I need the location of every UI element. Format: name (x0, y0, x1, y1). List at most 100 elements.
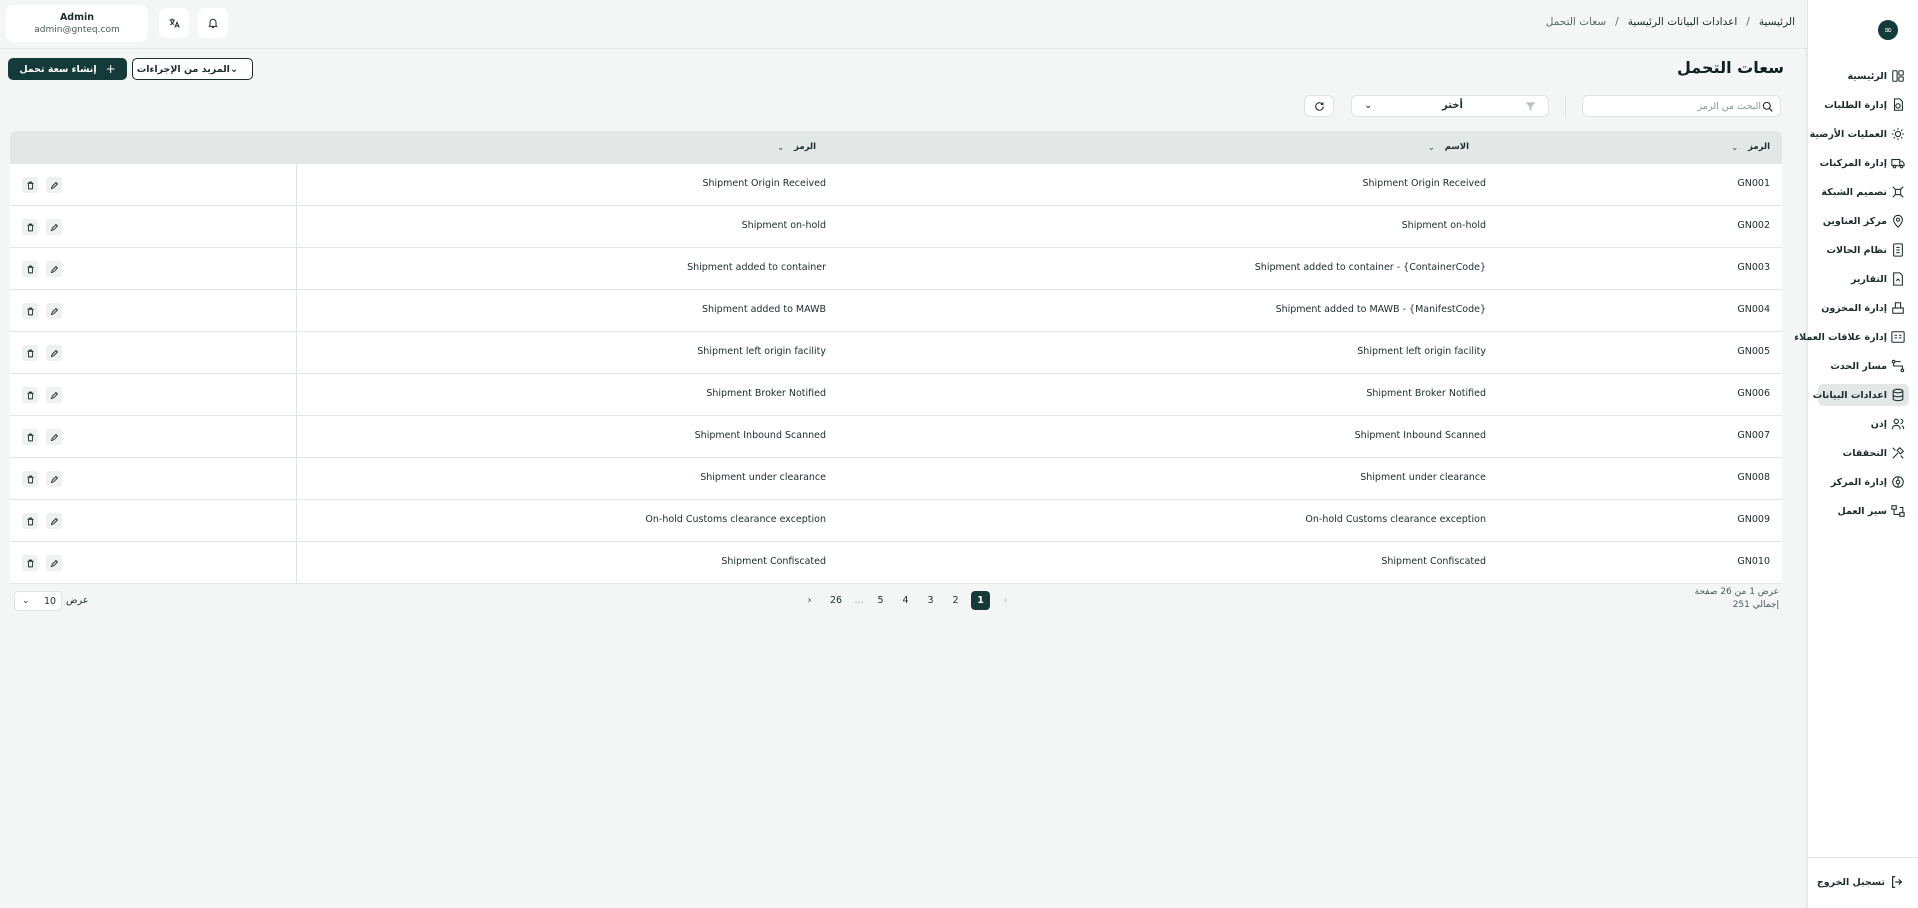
row-actions (10, 164, 297, 205)
sidebar-item-label: نظام الحالات (1826, 244, 1887, 256)
page-button[interactable]: 5 (871, 591, 890, 610)
filter-select[interactable]: أختر ⌄ (1351, 95, 1549, 117)
sidebar-item-label: تصميم الشبكة (1821, 186, 1887, 198)
refresh-button[interactable] (1304, 95, 1334, 117)
edit-button[interactable] (46, 177, 62, 193)
pencil-icon (50, 391, 59, 400)
search-field[interactable] (1582, 95, 1781, 117)
sidebar-item-label: التحققات (1842, 447, 1887, 459)
sidebar-item[interactable]: سير العمل (1818, 500, 1909, 522)
sidebar-item-label: الرئيسية (1847, 70, 1887, 82)
page-size-select[interactable]: 10 ⌄ (14, 591, 62, 611)
pencil-icon (50, 349, 59, 358)
pagination-info: عرض 1 من 26 صفحة إجمالي 251 (1653, 587, 1779, 613)
delete-button[interactable] (22, 513, 38, 529)
delete-button[interactable] (22, 177, 38, 193)
delete-button[interactable] (22, 303, 38, 319)
breadcrumb-separator: / (1615, 16, 1619, 28)
page-button[interactable]: 26 (825, 591, 847, 610)
edit-button[interactable] (46, 513, 62, 529)
sidebar-item[interactable]: الرئيسية (1818, 65, 1909, 87)
sidebar-item[interactable]: إذن (1818, 413, 1909, 435)
cell-description: Shipment on-hold (741, 220, 826, 231)
cell-name: On-hold Customs clearance exception (1305, 514, 1486, 525)
logo-icon[interactable]: ∞ (1878, 20, 1898, 40)
table-row: Shipment Origin Received Shipment Origin … (10, 164, 1782, 206)
column-header-description[interactable]: الرمز ⌄ (777, 142, 816, 152)
trash-icon (26, 265, 35, 274)
sidebar-item[interactable]: مسار الحدث (1818, 355, 1909, 377)
breadcrumb-home[interactable]: الرئيسية (1759, 16, 1795, 28)
sidebar-divider (1807, 857, 1918, 858)
delete-button[interactable] (22, 261, 38, 277)
page-button[interactable]: 2 (946, 591, 965, 610)
delete-button[interactable] (22, 471, 38, 487)
page-size-value: 10 (44, 596, 57, 607)
next-page-button[interactable]: › (800, 591, 819, 610)
users-icon (1891, 418, 1905, 430)
user-name: Admin (59, 12, 95, 23)
logout-button[interactable]: تسجيل الخروج (1817, 872, 1904, 892)
sidebar-item[interactable]: إدارة المخزون (1818, 297, 1909, 319)
chevron-down-icon: ⌄ (1364, 100, 1373, 111)
edit-button[interactable] (46, 471, 62, 487)
cell-code: GN003 (1737, 262, 1770, 273)
cell-name: Shipment Confiscated (1381, 556, 1486, 567)
edit-button[interactable] (46, 387, 62, 403)
trash-icon (26, 307, 35, 316)
layout-icon (1892, 70, 1904, 82)
edit-button[interactable] (46, 219, 62, 235)
data-table: الرمز ⌄ الاسم ⌄ الرمز ⌄ Shipment Origin … (10, 131, 1782, 584)
route-icon (1891, 359, 1905, 373)
sidebar-item[interactable]: إدارة المركز (1818, 471, 1909, 493)
delete-button[interactable] (22, 387, 38, 403)
sidebar-item[interactable]: العمليات الأرضية (1810, 123, 1909, 145)
column-header-name[interactable]: الاسم ⌄ (1428, 142, 1469, 152)
sidebar-item[interactable]: إدارة الطلبات (1818, 94, 1909, 116)
sidebar-item[interactable]: نظام الحالات (1818, 239, 1909, 261)
cell-code: GN006 (1737, 388, 1770, 399)
page-button[interactable]: 4 (896, 591, 915, 610)
edit-button[interactable] (46, 429, 62, 445)
pencil-icon (50, 307, 59, 316)
sidebar-item[interactable]: مركز العناوين (1818, 210, 1909, 232)
user-menu[interactable]: Admin admin@gnteq.com (6, 5, 148, 42)
row-actions (10, 458, 297, 499)
notifications-button[interactable] (198, 8, 228, 38)
edit-button[interactable] (46, 345, 62, 361)
more-actions-button[interactable]: المزيد من الإجراءات ⌄ (132, 58, 253, 80)
cell-code: GN005 (1737, 346, 1770, 357)
sidebar-item[interactable]: اعدادات البيانات (1813, 384, 1909, 406)
cell-description: Shipment Origin Received (702, 178, 826, 189)
edit-button[interactable] (46, 261, 62, 277)
report-icon (1893, 272, 1903, 286)
language-button[interactable] (159, 8, 189, 38)
pagination: › 26 ... 5 4 3 2 1 ‹ (800, 591, 1021, 610)
create-button[interactable]: إنشاء سعة تحمل + (8, 58, 127, 80)
delete-button[interactable] (22, 345, 38, 361)
sidebar-item[interactable]: التقارير (1818, 268, 1909, 290)
column-header-code[interactable]: الرمز ⌄ (1731, 142, 1770, 152)
search-input[interactable] (1591, 96, 1761, 116)
sidebar-item[interactable]: تصميم الشبكة (1818, 181, 1909, 203)
page-button-current[interactable]: 1 (971, 591, 990, 610)
sidebar-item[interactable]: التحققات (1818, 442, 1909, 464)
cell-name: Shipment under clearance (1360, 472, 1486, 483)
sort-chevron-icon: ⌄ (1731, 142, 1739, 152)
page-size-label: عرض (66, 595, 89, 606)
cell-code: GN002 (1737, 220, 1770, 231)
orders-icon (1893, 98, 1903, 111)
prev-page-button[interactable]: ‹ (996, 591, 1015, 610)
delete-button[interactable] (22, 429, 38, 445)
pencil-icon (50, 181, 59, 190)
breadcrumb-master-data[interactable]: اعدادات البيانات الرئيسية (1628, 16, 1738, 28)
edit-button[interactable] (46, 303, 62, 319)
sidebar-item[interactable]: إدارة المركبات (1818, 152, 1909, 174)
delete-button[interactable] (22, 555, 38, 571)
delete-button[interactable] (22, 219, 38, 235)
edit-button[interactable] (46, 555, 62, 571)
row-actions (10, 248, 297, 289)
page-button[interactable]: 3 (921, 591, 940, 610)
sidebar-item[interactable]: إدارة علاقات العملاء (1794, 326, 1909, 348)
trash-icon (26, 559, 35, 568)
